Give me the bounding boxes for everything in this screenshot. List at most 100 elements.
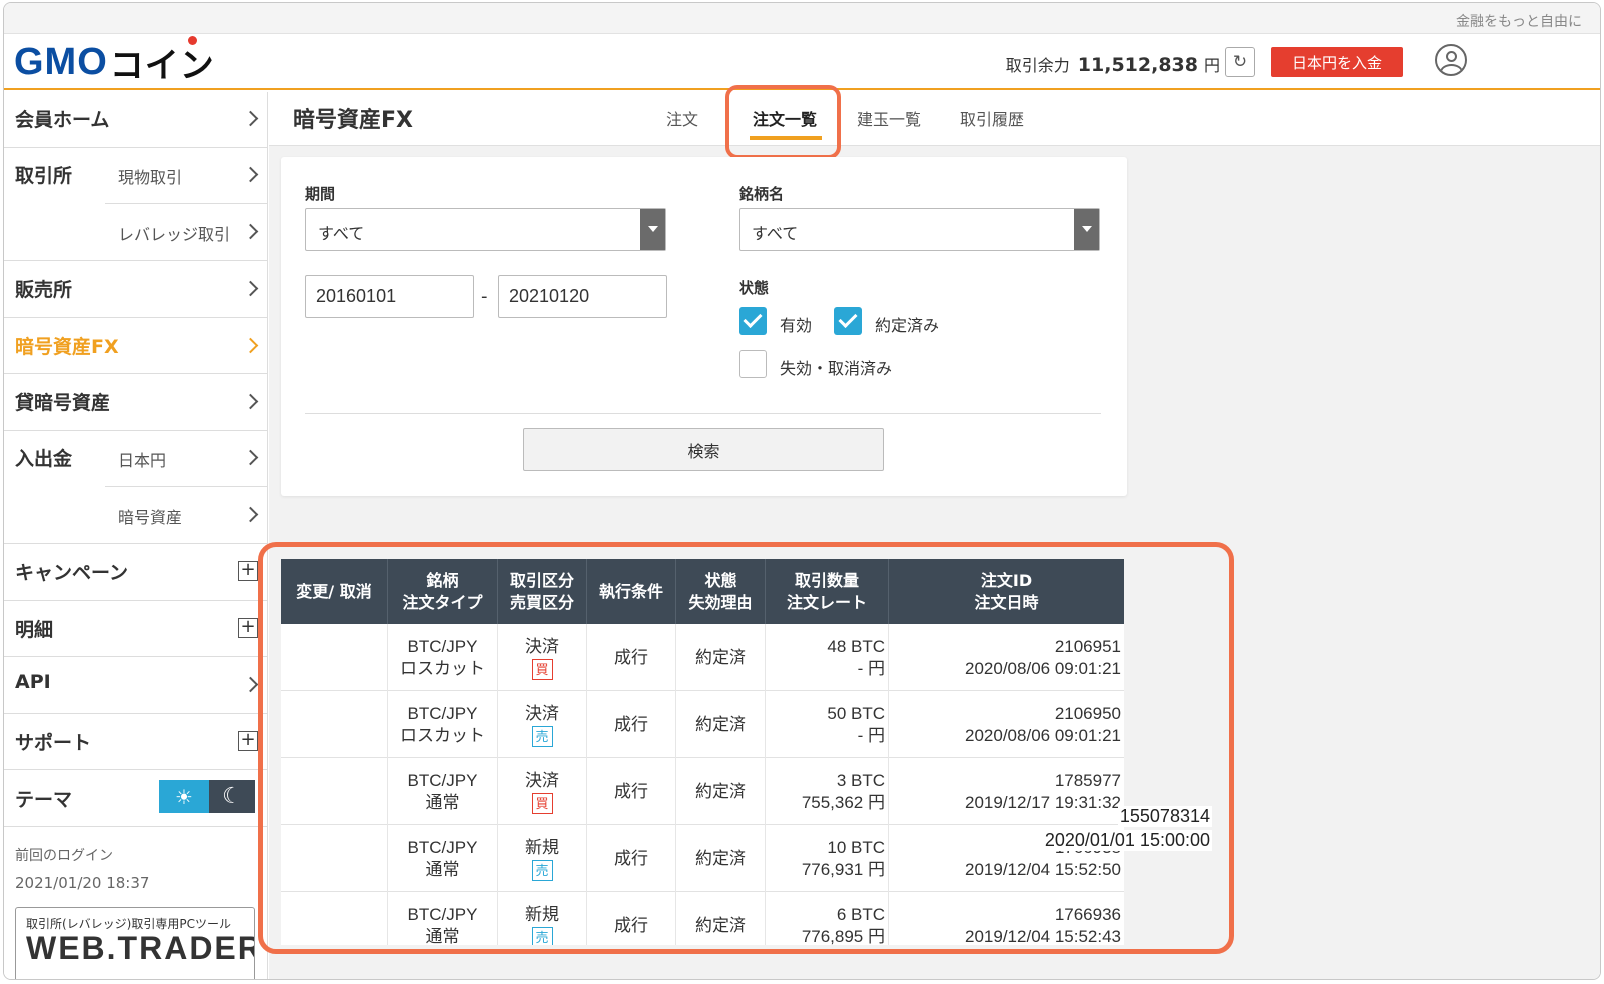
refresh-button[interactable]: ↻: [1225, 47, 1255, 77]
chevron-right-icon: [242, 337, 259, 354]
sidebar-item-statement[interactable]: 明細 +: [4, 601, 268, 657]
page-title: 暗号資産FX: [293, 108, 413, 133]
sidebar-item-label: 現物取引: [118, 168, 183, 187]
sidebar-item-home[interactable]: 会員ホーム: [4, 92, 268, 148]
sidebar-item-crypto-fx[interactable]: 暗号資産FX: [4, 318, 268, 374]
sidebar-item-label: 販売所: [15, 279, 73, 301]
app-window: 金融をもっと自由に GMO コイン 取引余力 11,512,838 円 ↻ 日本円を…: [3, 2, 1601, 980]
theme-toggle[interactable]: ☀ ☾: [159, 780, 255, 813]
period-value: すべて: [318, 224, 365, 243]
top-bar: 金融をもっと自由に: [4, 3, 1600, 34]
last-login-label: 前回のログイン: [15, 848, 113, 864]
tab-trade-history[interactable]: 取引履歴: [960, 106, 1024, 130]
filter-panel: 期間 すべて 銘柄名 すべて 20160101 - 20210120 状態 有効…: [281, 157, 1127, 496]
trading-balance: 取引余力 11,512,838 円: [1006, 52, 1220, 76]
status-active-label: 有効: [780, 316, 813, 335]
plus-icon[interactable]: +: [238, 731, 258, 751]
sidebar-item-theme: テーマ ☀ ☾: [4, 770, 268, 827]
main-content: 暗号資産FX 注文 注文一覧 建玉一覧 取引履歴 期間 すべて 銘柄名 すべて …: [258, 85, 1600, 979]
tab-order[interactable]: 注文: [666, 106, 698, 130]
sidebar-item-lending[interactable]: 貸暗号資産: [4, 374, 268, 431]
sidebar-item-label: 会員ホーム: [15, 109, 110, 131]
sidebar-item-deposit-jpy[interactable]: 日本円: [105, 431, 268, 487]
sidebar-item-api[interactable]: API: [4, 657, 268, 714]
status-executed-checkbox[interactable]: [834, 307, 862, 335]
period-label: 期間: [305, 185, 336, 203]
sidebar-group-deposit: 入出金 日本円 暗号資産: [4, 431, 268, 544]
date-to-input[interactable]: 20210120: [498, 275, 667, 318]
dropdown-arrow-icon: [640, 209, 665, 250]
chevron-right-icon: [242, 393, 259, 410]
chevron-right-icon: [242, 110, 259, 127]
user-icon-head: [1446, 51, 1457, 62]
chevron-right-icon: [242, 676, 259, 693]
symbol-select[interactable]: すべて: [739, 208, 1100, 251]
sidebar-item-label: API: [15, 671, 51, 693]
status-executed-label: 約定済み: [875, 316, 940, 335]
sidebar-item-label: 暗号資産: [118, 508, 183, 527]
sidebar: 会員ホーム 取引所 現物取引 レバレッジ取引 販売所 暗号資産FX 貸暗号資産: [4, 92, 268, 979]
theme-dark-button[interactable]: ☾: [209, 780, 255, 813]
chevron-right-icon: [242, 449, 259, 466]
user-account-icon[interactable]: [1435, 44, 1467, 76]
chevron-right-icon: [242, 280, 259, 297]
sidebar-item-label: 日本円: [118, 451, 167, 470]
last-login-time: 2021/01/20 18:37: [15, 874, 150, 892]
sidebar-item-support[interactable]: サポート +: [4, 714, 268, 770]
balance-amount: 11,512,838: [1077, 54, 1198, 76]
sidebar-item-label: レバレッジ取引: [118, 225, 231, 244]
theme-light-button[interactable]: ☀: [159, 780, 209, 813]
status-expired-label: 失効・取消済み: [780, 359, 893, 378]
balance-unit: 円: [1203, 56, 1220, 75]
dropdown-arrow-icon: [1074, 209, 1099, 250]
plus-icon[interactable]: +: [238, 618, 258, 638]
date-range-dash: -: [481, 286, 488, 307]
tagline: 金融をもっと自由に: [1456, 14, 1582, 30]
status-active-checkbox[interactable]: [739, 307, 767, 335]
search-button[interactable]: 検索: [523, 428, 884, 471]
sidebar-item-spot[interactable]: 現物取引: [105, 148, 268, 204]
chevron-right-icon: [242, 223, 259, 240]
logo-kana-text: コイン: [109, 46, 215, 85]
sidebar-item-leverage[interactable]: レバレッジ取引: [105, 204, 268, 261]
table-highlight-box: [258, 542, 1234, 954]
logo-dot-icon: [187, 35, 197, 45]
sidebar-item-otc[interactable]: 販売所: [4, 261, 268, 318]
moon-icon: ☾: [222, 784, 242, 809]
gmo-coin-logo[interactable]: GMO コイン: [14, 35, 215, 85]
sidebar-item-label: 明細: [15, 619, 54, 641]
sidebar-group-exchange: 取引所 現物取引 レバレッジ取引: [4, 148, 268, 261]
symbol-value: すべて: [752, 224, 799, 243]
sidebar-item-campaign[interactable]: キャンペーン +: [4, 544, 268, 601]
sidebar-item-label: キャンペーン: [15, 562, 129, 584]
sidebar-item-label: 貸暗号資産: [15, 392, 111, 414]
logo-kana: コイン: [109, 35, 215, 87]
tab-positions[interactable]: 建玉一覧: [857, 106, 921, 130]
refresh-icon: ↻: [1232, 52, 1248, 72]
sidebar-group-label: 取引所: [15, 165, 73, 187]
user-icon-body: [1440, 64, 1463, 74]
sidebar-item-label: 暗号資産FX: [15, 336, 119, 358]
period-select[interactable]: すべて: [305, 208, 666, 251]
tab-highlight-box: [725, 85, 841, 159]
page-header: 暗号資産FX 注文 注文一覧 建玉一覧 取引履歴: [269, 85, 1600, 159]
chevron-right-icon: [242, 166, 259, 183]
balance-label: 取引余力: [1005, 56, 1070, 75]
sidebar-item-deposit-crypto[interactable]: 暗号資産: [105, 487, 268, 544]
date-from-input[interactable]: 20160101: [305, 275, 474, 318]
webtrader-banner[interactable]: 取引所(レバレッジ)取引専用PCツール WEB.TRADER: [15, 907, 255, 979]
sidebar-item-label: テーマ: [15, 789, 73, 811]
chevron-right-icon: [242, 506, 259, 523]
plus-icon[interactable]: +: [238, 561, 258, 581]
status-label: 状態: [739, 279, 770, 297]
sun-icon: ☀: [175, 784, 193, 809]
header: GMO コイン 取引余力 11,512,838 円 ↻ 日本円を入金: [4, 34, 1600, 90]
sidebar-group-label: 入出金: [15, 448, 73, 470]
filter-divider: [305, 413, 1101, 414]
status-expired-checkbox[interactable]: [739, 350, 767, 378]
deposit-jpy-button[interactable]: 日本円を入金: [1271, 47, 1403, 77]
symbol-label: 銘柄名: [739, 185, 785, 203]
sidebar-item-label: サポート: [15, 732, 92, 754]
logo-latin: GMO: [14, 40, 108, 83]
banner-title: WEB.TRADER: [26, 930, 255, 966]
